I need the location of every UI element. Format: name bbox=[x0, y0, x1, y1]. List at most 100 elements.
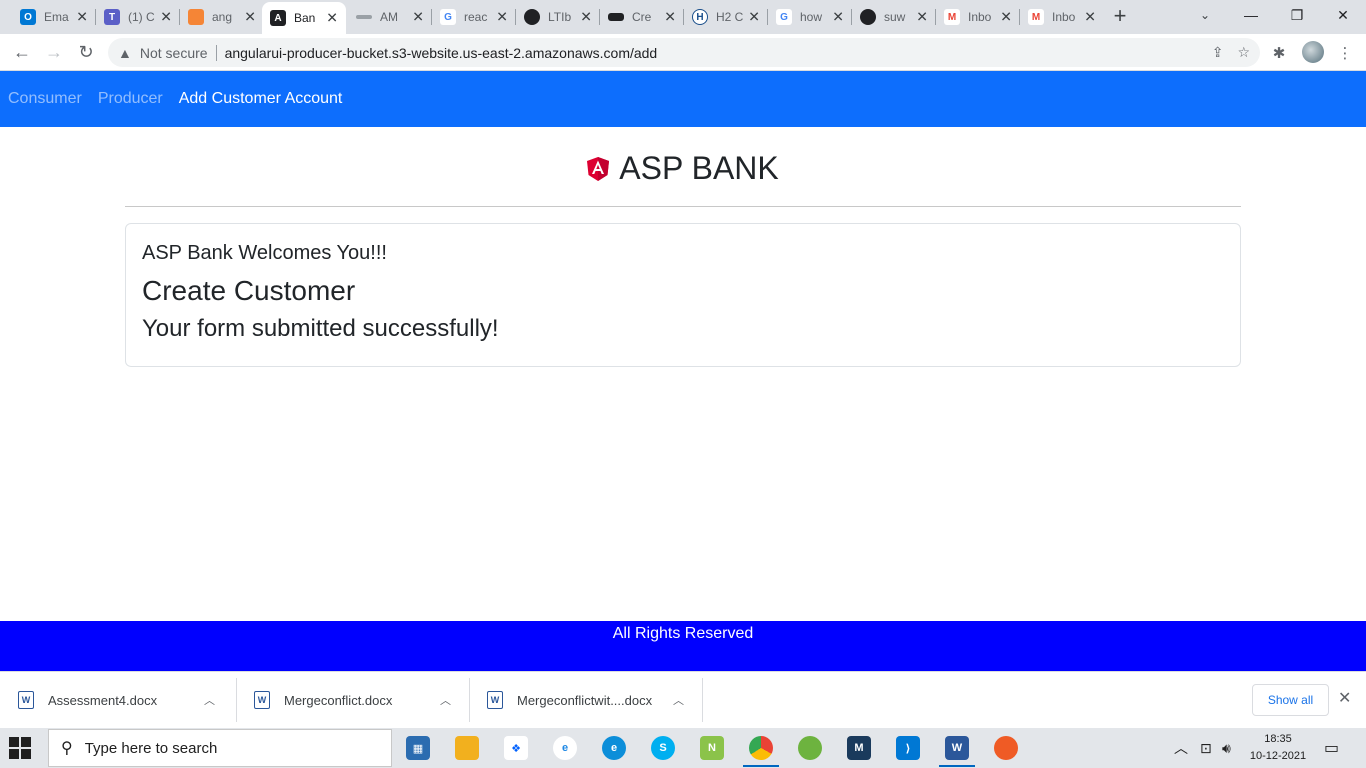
download-item[interactable]: W Assessment4.docx ︿ bbox=[0, 678, 233, 722]
new-tab-button[interactable]: + bbox=[1108, 4, 1132, 30]
close-icon[interactable]: ✕ bbox=[1084, 9, 1096, 26]
close-icon[interactable]: ✕ bbox=[832, 9, 844, 26]
security-label[interactable]: Not secure bbox=[140, 45, 208, 61]
taskbar-search-box[interactable]: ⚲ Type here to search bbox=[48, 729, 392, 767]
nav-consumer-link[interactable]: Consumer bbox=[8, 90, 82, 108]
download-filename: Assessment4.docx bbox=[48, 692, 158, 708]
brand-header: ASP BANK bbox=[0, 150, 1366, 187]
download-item[interactable]: W Mergeconflict.docx ︿ bbox=[236, 678, 469, 722]
profile-avatar[interactable] bbox=[1302, 41, 1324, 63]
nav-producer-link[interactable]: Producer bbox=[98, 90, 163, 108]
menu-kebab-icon[interactable]: ⋮ bbox=[1334, 42, 1356, 64]
file-explorer-icon[interactable] bbox=[455, 736, 479, 760]
forward-arrow-icon[interactable]: → bbox=[42, 40, 66, 64]
notepad-plus-icon[interactable]: N bbox=[700, 736, 724, 760]
store-icon[interactable]: ▦ bbox=[406, 736, 430, 760]
github-icon bbox=[860, 9, 876, 25]
outlook-icon: O bbox=[20, 9, 36, 25]
url-text[interactable]: angularui-producer-bucket.s3-website.us-… bbox=[225, 45, 658, 61]
downloads-bar: W Assessment4.docx ︿ W Mergeconflict.doc… bbox=[0, 671, 1366, 728]
divider bbox=[215, 44, 217, 61]
close-icon[interactable]: ✕ bbox=[916, 9, 928, 26]
tab-title: reac bbox=[464, 10, 488, 24]
close-icon[interactable]: ✕ bbox=[748, 9, 760, 26]
extensions-puzzle-icon[interactable]: ✱ bbox=[1268, 42, 1290, 64]
edge-icon[interactable]: e bbox=[602, 736, 626, 760]
page-title: ASP BANK bbox=[619, 150, 779, 186]
close-icon[interactable]: ✕ bbox=[496, 9, 508, 26]
tab-aws[interactable]: ang ✕ bbox=[180, 4, 264, 30]
download-filename: Mergeconflict.docx bbox=[284, 692, 393, 708]
tab-email[interactable]: O Ema ✕ bbox=[12, 4, 96, 30]
tab-github-suw[interactable]: suw ✕ bbox=[852, 4, 936, 30]
address-bar[interactable]: ▲ Not secure angularui-producer-bucket.s… bbox=[108, 38, 1260, 67]
postman-icon[interactable] bbox=[994, 736, 1018, 760]
aws-icon bbox=[188, 9, 204, 25]
tab-h2[interactable]: H H2 C ✕ bbox=[684, 4, 768, 30]
tab-teams[interactable]: T (1) C ✕ bbox=[96, 4, 180, 30]
tab-google-how[interactable]: G how ✕ bbox=[768, 4, 852, 30]
tab-title: suw bbox=[884, 10, 906, 24]
share-icon[interactable]: ⇪ bbox=[1212, 44, 1224, 61]
close-icon[interactable]: ✕ bbox=[412, 9, 424, 26]
word-icon[interactable]: W bbox=[939, 736, 975, 767]
warning-triangle-icon[interactable]: ▲ bbox=[118, 45, 132, 61]
close-icon[interactable]: ✕ bbox=[580, 9, 592, 26]
tab-title: Inbo bbox=[1052, 10, 1076, 24]
tab-gmail-2[interactable]: M Inbo ✕ bbox=[1020, 4, 1104, 30]
close-icon[interactable]: ✕ bbox=[244, 9, 256, 26]
divider bbox=[702, 678, 703, 722]
welcome-text: ASP Bank Welcomes You!!! bbox=[142, 242, 387, 264]
volume-icon[interactable]: 🔊︎ bbox=[1222, 728, 1231, 768]
skype-icon[interactable]: S bbox=[651, 736, 675, 760]
nav-add-customer-link[interactable]: Add Customer Account bbox=[179, 90, 343, 108]
tray-chevron-up-icon[interactable]: ︿ bbox=[1174, 728, 1188, 768]
tab-title: (1) C bbox=[128, 10, 155, 24]
window-controls: — ❐ ✕ bbox=[1228, 0, 1366, 30]
tab-title: Cre bbox=[632, 10, 652, 24]
word-doc-icon: W bbox=[254, 691, 270, 709]
footer-text: All Rights Reserved bbox=[612, 625, 754, 642]
close-icon[interactable]: ✕ bbox=[326, 10, 338, 27]
tab-gmail-1[interactable]: M Inbo ✕ bbox=[936, 4, 1020, 30]
chevron-up-icon[interactable]: ︿ bbox=[440, 692, 451, 708]
windows-taskbar: ⚲ Type here to search ▦ ❖ e e S N M ⟩ W … bbox=[0, 728, 1366, 768]
close-icon[interactable]: ✕ bbox=[1000, 9, 1012, 26]
page-footer: All Rights Reserved bbox=[0, 621, 1366, 671]
close-icon[interactable]: ✕ bbox=[160, 9, 172, 26]
spring-tool-suite-icon[interactable] bbox=[798, 736, 822, 760]
tab-amazon[interactable]: AM ✕ bbox=[348, 4, 432, 30]
chevron-up-icon[interactable]: ︿ bbox=[673, 692, 684, 708]
download-item[interactable]: W Mergeconflictwit....docx ︿ bbox=[469, 678, 702, 722]
system-clock[interactable]: 18:35 10-12-2021 bbox=[1248, 731, 1308, 765]
tab-google-react[interactable]: G reac ✕ bbox=[432, 4, 516, 30]
success-message: Your form submitted successfully! bbox=[142, 315, 499, 342]
close-icon[interactable]: ✕ bbox=[664, 9, 676, 26]
close-icon[interactable]: ✕ bbox=[76, 9, 88, 26]
dropbox-icon[interactable]: ❖ bbox=[504, 736, 528, 760]
show-all-button[interactable]: Show all bbox=[1252, 684, 1329, 716]
minimize-button[interactable]: — bbox=[1228, 0, 1274, 30]
dev-icon bbox=[608, 13, 624, 21]
windows-start-icon[interactable] bbox=[8, 736, 32, 760]
tab-search-chevron-icon[interactable]: ⌄ bbox=[1194, 4, 1216, 26]
chevron-up-icon[interactable]: ︿ bbox=[204, 692, 215, 708]
mysql-workbench-icon[interactable]: M bbox=[847, 736, 871, 760]
chrome-icon[interactable] bbox=[743, 736, 779, 767]
download-filename: Mergeconflictwit....docx bbox=[517, 692, 653, 708]
tab-bank-active[interactable]: A Ban ✕ bbox=[262, 2, 346, 34]
vscode-icon[interactable]: ⟩ bbox=[896, 736, 920, 760]
tab-create[interactable]: Cre ✕ bbox=[600, 4, 684, 30]
close-icon[interactable]: ✕ bbox=[1338, 688, 1351, 708]
restore-button[interactable]: ❐ bbox=[1274, 0, 1320, 30]
back-arrow-icon[interactable]: ← bbox=[10, 40, 34, 64]
browser-tab-strip: O Ema ✕ T (1) C ✕ ang ✕ A Ban ✕ AM ✕ G r… bbox=[0, 0, 1366, 34]
bookmark-star-icon[interactable]: ☆ bbox=[1237, 44, 1250, 61]
internet-explorer-icon[interactable]: e bbox=[553, 736, 577, 760]
notification-icon[interactable]: ▭ bbox=[1324, 728, 1339, 768]
tab-github-ltib[interactable]: LTIb ✕ bbox=[516, 4, 600, 30]
tab-title: ang bbox=[212, 10, 233, 24]
window-close-button[interactable]: ✕ bbox=[1320, 0, 1366, 30]
network-icon[interactable]: ⊡ bbox=[1200, 728, 1212, 768]
reload-icon[interactable]: ↻ bbox=[74, 40, 98, 64]
